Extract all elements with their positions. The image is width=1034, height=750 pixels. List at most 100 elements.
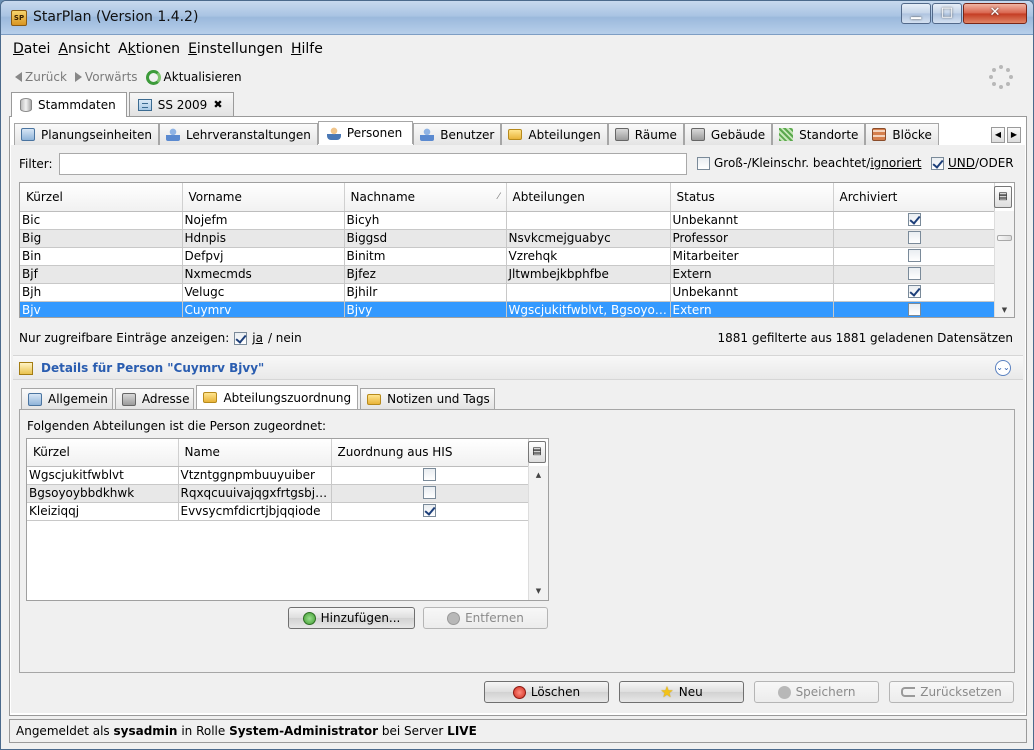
collapse-icon[interactable]: ⌄⌄ [995,360,1011,376]
tab-close-icon[interactable]: ✖ [213,98,222,111]
column-header-name[interactable]: Name [178,439,332,467]
table-row[interactable]: Bin Defpvj Binitm Vzrehqk Mitarbeiter [20,247,995,266]
column-header-status[interactable]: Status [670,183,834,212]
table-row[interactable]: Bgsoyoybbdkhwk Rqxqcuuivajqgxfrtgsbjo... [27,484,529,503]
column-header-kuerzel[interactable]: Kürzel [20,183,183,212]
tab-planungseinheiten[interactable]: Planungseinheiten [14,123,159,145]
notes-icon [367,393,382,405]
tab-gebaeude[interactable]: Gebäude [683,123,773,145]
case-sensitive-checkbox[interactable] [697,156,710,170]
cell-abteilungen [506,211,671,230]
his-checkbox[interactable] [423,486,436,499]
column-header-archiviert[interactable]: Archiviert [833,183,995,212]
location-icon [779,128,794,141]
column-chooser-icon[interactable]: ▤ [994,186,1012,208]
tab-personen[interactable]: Personen [317,121,414,144]
column-header-his[interactable]: Zuordnung aus HIS [331,439,529,467]
tab-raeume[interactable]: Räume [607,123,684,145]
tab-lehrveranstaltungen[interactable]: Lehrveranstaltungen [158,123,318,145]
cell-archiviert [833,283,995,302]
column-chooser-icon[interactable]: ▤ [528,441,546,463]
column-header-vorname[interactable]: Vorname [182,183,345,212]
menu-einstellungen[interactable]: Einstellungen [184,39,287,61]
archived-checkbox[interactable] [907,231,921,244]
tab-notizen-und-tags[interactable]: Notizen und Tags [360,388,495,409]
folder-icon [203,392,218,403]
status-role: System-Administrator [229,724,379,738]
menu-ansicht[interactable]: Ansicht [54,39,114,61]
sort-indicator-icon: ⁄ [497,191,500,202]
scroll-down-icon[interactable]: ▼ [529,584,548,598]
archived-checkbox[interactable] [907,267,921,280]
maximize-button[interactable]: □ [932,3,962,24]
tab-bloecke[interactable]: Blöcke [865,123,939,145]
cell-vorname: Hdnpis [182,229,345,248]
table-header-row: Kürzel Name Zuordnung aus HIS [27,439,529,467]
tab-allgemein[interactable]: Allgemein [21,388,113,409]
tab-benutzer[interactable]: Benutzer [413,123,502,145]
archived-checkbox[interactable] [907,303,921,316]
cell-abteilungen [506,283,671,302]
tab-standorte[interactable]: Standorte [772,123,866,145]
tab-ss-2009[interactable]: SS 2009 ✖ [128,92,234,116]
status-server: LIVE [447,724,477,738]
add-department-button[interactable]: Hinzufügen... [288,607,415,629]
forward-button[interactable]: Vorwärts [74,70,138,84]
details-header[interactable]: Details für Person "Cuymrv Bjvy" ⌄⌄ [13,355,1023,380]
persons-scrollbar[interactable]: ▼ [994,211,1014,317]
app-icon: SP [11,10,27,26]
table-row[interactable]: Bjv Cuymrv Bjvy Wgscjukitfwblvt, Bgsoyoy...… [20,301,995,317]
table-icon [137,98,152,111]
and-or-checkbox[interactable] [931,156,944,170]
scroll-up-icon[interactable]: ▲ [529,468,548,482]
his-checkbox[interactable] [423,504,436,517]
tab-abteilungen[interactable]: Abteilungen [501,123,608,145]
new-button[interactable]: ★ Neu [619,681,744,703]
toolbar: Zurück Vorwärts Aktualisieren [15,67,246,87]
refresh-button[interactable]: Aktualisieren [145,69,242,85]
cell-kuerzel: Bgsoyoybbdkhwk [27,484,179,503]
his-checkbox[interactable] [423,468,436,481]
reset-button[interactable]: Zurücksetzen [889,681,1014,703]
back-arrow-icon [15,72,22,82]
case-sensitive-option[interactable]: Groß-/Kleinschr. beachtet/ignoriert [697,156,922,170]
menu-aktionen[interactable]: Aktionen [114,39,184,61]
column-header-abteilungen[interactable]: Abteilungen [506,183,671,212]
filter-input[interactable] [59,153,687,175]
cell-vorname: Cuymrv [182,301,345,317]
scrollbar-thumb[interactable] [997,235,1012,241]
tab-scroll-left-icon[interactable]: ◀ [991,127,1005,143]
tab-scroll-right-icon[interactable]: ▶ [1007,127,1021,143]
archived-checkbox[interactable] [907,213,921,226]
cell-nachname: Biggsd [344,229,507,248]
table-row[interactable]: Kleiziqqj Evvsycmfdicrtjbjqqiode [27,502,529,521]
table-row[interactable]: Bic Nojefm Bicyh Unbekannt [20,211,995,230]
menu-datei[interactable]: Datei [9,39,54,61]
back-button[interactable]: Zurück [15,70,67,84]
menu-hilfe[interactable]: Hilfe [287,39,327,61]
and-or-option[interactable]: UND/ODER [931,156,1014,170]
table-row[interactable]: Big Hdnpis Biggsd Nsvkcmejguabyc Professor [20,229,995,248]
assignment-scrollbar[interactable]: ▲ ▼ [528,466,548,600]
maximize-icon: □ [940,5,954,20]
only-accessible-checkbox[interactable] [234,331,248,345]
minimize-button[interactable]: ▁ [901,3,931,24]
tab-abteilungszuordnung[interactable]: Abteilungszuordnung [196,385,359,409]
scroll-down-icon[interactable]: ▼ [995,303,1014,317]
tab-stammdaten[interactable]: Stammdaten [11,92,127,117]
table-row[interactable]: Wgscjukitfwblvt Vtzntggnpmbuuyuiber [27,466,529,485]
column-header-kuerzel[interactable]: Kürzel [27,439,179,467]
folder-icon [508,129,523,140]
cell-archiviert [833,301,995,317]
table-row[interactable]: Bjh Velugc Bjhilr Unbekannt [20,283,995,302]
table-row[interactable]: Bjf Nxmecmds Bjfez Jltwmbejkbphfbe Extern [20,265,995,284]
close-button[interactable]: ✕ [963,3,1027,24]
title-bar[interactable]: SP StarPlan (Version 1.4.2) ▁ □ ✕ [1,1,1033,35]
column-header-nachname[interactable]: Nachname ⁄ [344,183,507,212]
tab-adresse[interactable]: Adresse [114,388,195,409]
delete-button[interactable]: Löschen [484,681,609,703]
archived-checkbox[interactable] [907,249,921,262]
archived-checkbox[interactable] [907,285,921,298]
remove-department-button[interactable]: Entfernen [423,607,548,629]
save-button[interactable]: Speichern [754,681,879,703]
